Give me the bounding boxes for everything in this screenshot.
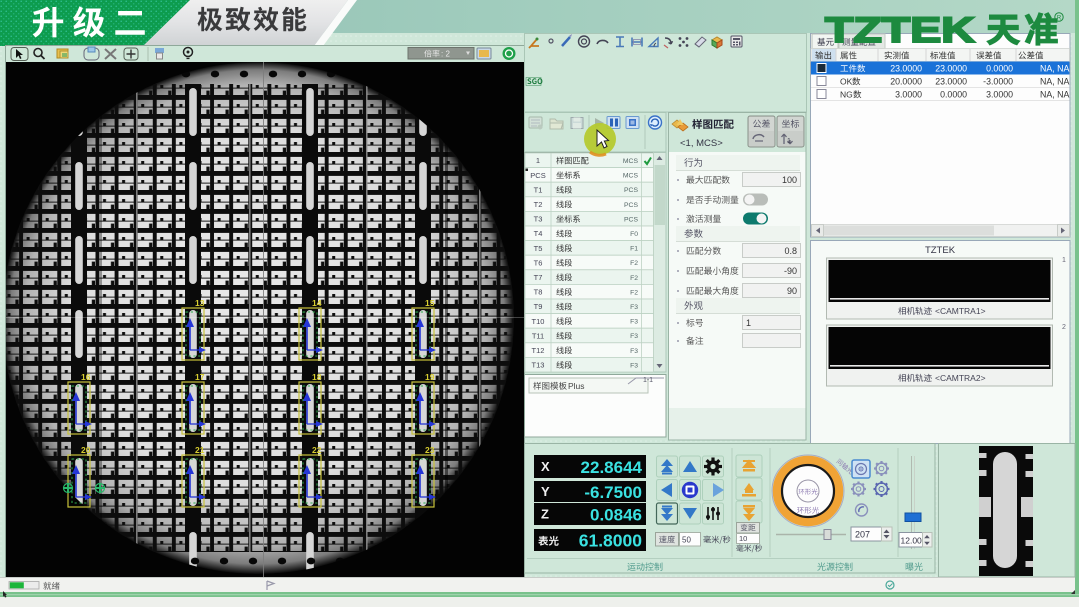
svg-text:X: X xyxy=(541,459,550,474)
svg-text:F3: F3 xyxy=(630,333,638,340)
svg-text:T8: T8 xyxy=(534,288,543,297)
svg-text:PCS: PCS xyxy=(624,202,638,209)
svg-text:1: 1 xyxy=(787,138,791,145)
svg-text:21: 21 xyxy=(195,445,205,455)
svg-text:<1, MCS>: <1, MCS> xyxy=(680,138,723,149)
svg-text:T5: T5 xyxy=(534,244,543,253)
svg-text:T10: T10 xyxy=(532,317,545,326)
svg-text:13: 13 xyxy=(195,298,205,308)
svg-text:23: 23 xyxy=(425,445,435,455)
svg-text:50: 50 xyxy=(682,536,691,545)
svg-text:MCS: MCS xyxy=(623,158,639,165)
svg-text:T13: T13 xyxy=(532,361,545,370)
svg-text:PCS: PCS xyxy=(624,216,638,223)
svg-text:23.0000: 23.0000 xyxy=(935,77,967,87)
svg-text:1: 1 xyxy=(536,156,540,165)
svg-text:10: 10 xyxy=(739,534,747,543)
svg-text:20: 20 xyxy=(81,445,91,455)
svg-text:R: R xyxy=(1057,16,1062,22)
svg-text:207: 207 xyxy=(855,530,870,540)
svg-text:Z: Z xyxy=(541,507,549,522)
svg-text:T11: T11 xyxy=(532,331,544,340)
svg-text:T3: T3 xyxy=(534,215,543,224)
svg-text:F3: F3 xyxy=(630,304,638,311)
svg-text:16: 16 xyxy=(81,372,91,382)
svg-text:: 2: : 2 xyxy=(441,50,450,59)
svg-text:23.0000: 23.0000 xyxy=(890,64,922,74)
svg-text:T4: T4 xyxy=(534,229,543,238)
svg-text:T12: T12 xyxy=(532,346,545,355)
svg-text:1: 1 xyxy=(746,318,751,328)
svg-text:19: 19 xyxy=(425,372,435,382)
svg-text:0.0000: 0.0000 xyxy=(986,64,1013,74)
svg-text:T9: T9 xyxy=(534,302,543,311)
svg-text:TZTEK: TZTEK xyxy=(925,245,956,256)
svg-text:0.0846: 0.0846 xyxy=(590,505,642,524)
svg-text:MCS: MCS xyxy=(623,173,639,180)
svg-text:18: 18 xyxy=(312,372,322,382)
svg-text:F1: F1 xyxy=(630,246,638,253)
svg-text:15: 15 xyxy=(425,298,435,308)
svg-text:23.0000: 23.0000 xyxy=(935,64,967,74)
svg-text:T1: T1 xyxy=(534,185,543,194)
svg-text:Y: Y xyxy=(541,484,550,499)
svg-text:12.00: 12.00 xyxy=(901,536,923,546)
svg-text:20.0000: 20.0000 xyxy=(890,77,922,87)
svg-text:T2: T2 xyxy=(534,200,543,209)
svg-text:F0: F0 xyxy=(630,231,638,238)
svg-text:61.8000: 61.8000 xyxy=(579,530,643,550)
svg-text:-6.7500: -6.7500 xyxy=(584,483,642,502)
svg-text:PCS: PCS xyxy=(530,171,545,180)
svg-text:NG: NG xyxy=(840,90,853,100)
svg-text:F3: F3 xyxy=(630,348,638,355)
svg-text:90: 90 xyxy=(787,286,797,296)
svg-text:2: 2 xyxy=(1062,324,1066,331)
svg-text:TZTEK: TZTEK xyxy=(825,10,975,49)
svg-text:<CAMTRA2>: <CAMTRA2> xyxy=(935,373,986,383)
svg-text:F3: F3 xyxy=(630,362,638,369)
svg-text:T7: T7 xyxy=(534,273,543,282)
svg-text:3.0000: 3.0000 xyxy=(986,90,1013,100)
svg-text:OK: OK xyxy=(840,77,853,87)
svg-text:17: 17 xyxy=(195,372,205,382)
svg-text:F2: F2 xyxy=(630,275,638,282)
svg-text:22.8644: 22.8644 xyxy=(581,458,643,477)
svg-text:100: 100 xyxy=(782,175,797,185)
svg-text:NA, NA: NA, NA xyxy=(1040,90,1069,100)
svg-text:14: 14 xyxy=(312,298,322,308)
svg-text:0.0000: 0.0000 xyxy=(940,90,967,100)
svg-text:0.8: 0.8 xyxy=(784,246,797,256)
svg-text:-90: -90 xyxy=(784,266,797,276)
svg-text:22: 22 xyxy=(312,445,322,455)
svg-text:NA, NA: NA, NA xyxy=(1040,64,1069,74)
svg-text:3.0000: 3.0000 xyxy=(895,90,922,100)
svg-text:1-1: 1-1 xyxy=(643,377,653,384)
svg-text:T6: T6 xyxy=(534,258,543,267)
svg-text:<CAMTRA1>: <CAMTRA1> xyxy=(935,306,986,316)
svg-text:F2: F2 xyxy=(630,289,638,296)
svg-text:PCS: PCS xyxy=(624,187,638,194)
svg-text:F3: F3 xyxy=(630,319,638,326)
svg-text:-3.0000: -3.0000 xyxy=(983,77,1013,87)
svg-text:F2: F2 xyxy=(630,260,638,267)
svg-text:1: 1 xyxy=(1062,257,1066,264)
svg-text:NA, NA: NA, NA xyxy=(1040,77,1069,87)
svg-text:Plus: Plus xyxy=(568,381,585,391)
